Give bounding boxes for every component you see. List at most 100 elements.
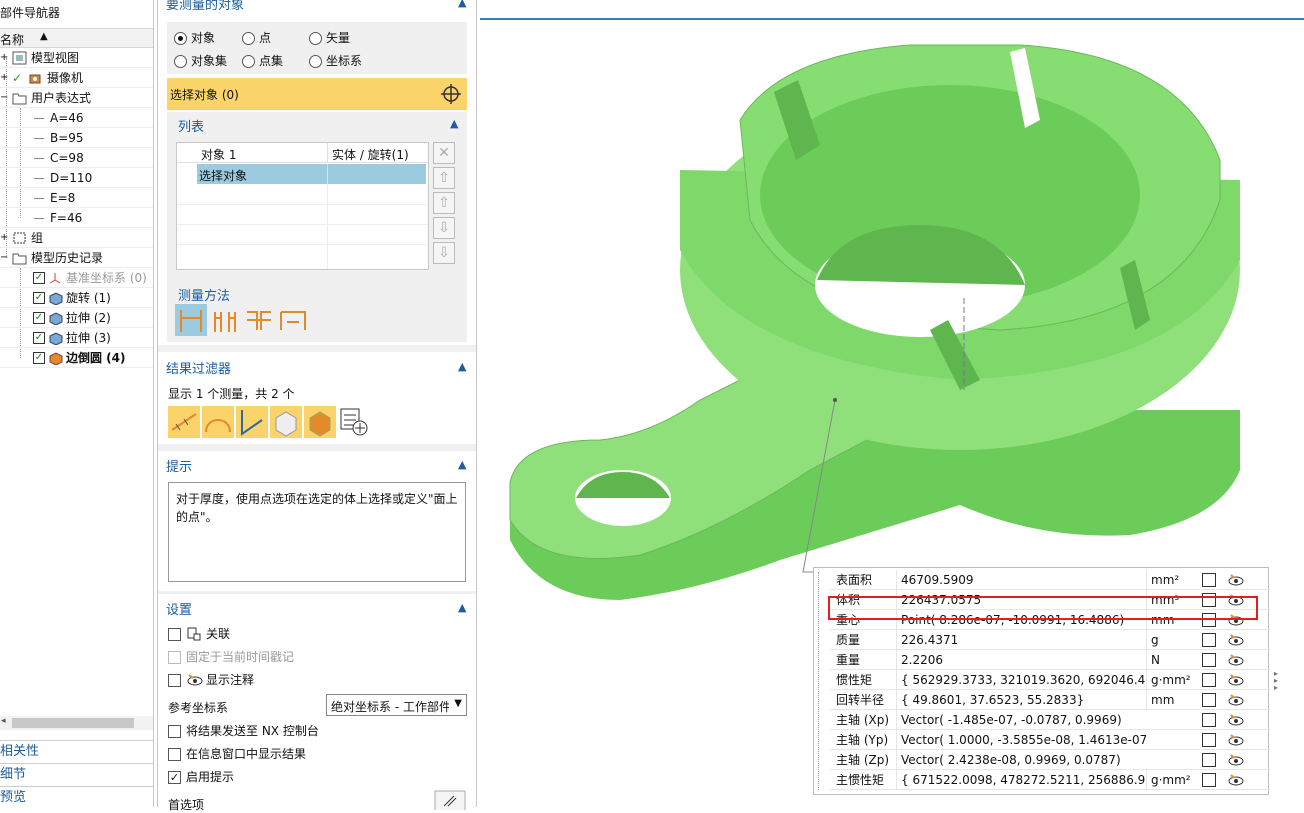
tree-item-revolve[interactable]: ✓ 旋转 (1) (0, 288, 153, 308)
tree-item-group[interactable]: + 组 (0, 228, 153, 248)
eye-icon[interactable] (1227, 653, 1245, 667)
tree-item-user-expressions[interactable]: − 用户表达式 (0, 88, 153, 108)
tree-item-expression-e[interactable]: E=8 (0, 188, 153, 208)
copy-icon[interactable] (1202, 673, 1216, 687)
radio-object-set[interactable]: 对象集 (174, 53, 227, 69)
collapse-caret-icon[interactable]: ▲ (458, 0, 466, 9)
tree-item-camera[interactable]: + ✓ 摄像机 (0, 68, 153, 88)
collapse-caret-icon[interactable]: ▲ (458, 458, 466, 471)
checkbox-checked[interactable]: ✓ (33, 332, 45, 344)
copy-icon[interactable] (1202, 633, 1216, 647)
move-down-icon[interactable]: ⇩ (433, 217, 455, 239)
eye-icon[interactable] (1227, 693, 1245, 707)
radio-vector[interactable]: 矢量 (309, 30, 350, 46)
tree-item-expression-b[interactable]: B=95 (0, 128, 153, 148)
move-up-icon[interactable]: ⇧ (433, 192, 455, 214)
show-info-window-checkbox[interactable]: 在信息窗口中显示结果 (168, 746, 306, 762)
scrollbar-thumb[interactable] (12, 718, 134, 728)
filter-angle-icon[interactable] (236, 406, 268, 438)
column-header[interactable]: 名称 ▲ (0, 28, 153, 48)
fix-timestamp-checkbox[interactable]: 固定于当前时间戳记 (168, 649, 294, 665)
radio-point-set[interactable]: 点集 (242, 53, 283, 69)
remove-icon[interactable]: ✕ (433, 142, 455, 164)
graphics-viewport[interactable]: 表面积 46709.5909 mm² 体积 226437.0575 mm³ 重心 Point(… (480, 0, 1304, 807)
ref-csys-dropdown[interactable]: 绝对坐标系 - 工作部件 ▼ (326, 694, 467, 716)
eye-icon[interactable] (1227, 753, 1245, 767)
object-list[interactable]: 对象 1 实体 / 旋转(1) 选择对象 (176, 142, 429, 270)
result-row[interactable]: 表面积 46709.5909 mm² (830, 570, 1270, 590)
result-row[interactable]: 重量 2.2206 N (830, 650, 1270, 670)
tree-item-expression-c[interactable]: C=98 (0, 148, 153, 168)
copy-icon[interactable] (1202, 713, 1216, 727)
measure-method-3-icon[interactable] (243, 304, 275, 336)
copy-icon[interactable] (1202, 753, 1216, 767)
sort-up-icon[interactable]: ▲ (40, 31, 48, 42)
measure-method-4-icon[interactable] (277, 304, 309, 336)
move-bottom-icon[interactable]: ⇩ (433, 242, 455, 264)
eye-icon[interactable] (1227, 733, 1245, 747)
result-row[interactable]: 质量 226.4371 g (830, 630, 1270, 650)
filter-arc-icon[interactable] (202, 406, 234, 438)
select-object-bar[interactable]: 选择对象 (0) (167, 78, 467, 110)
expand-icon[interactable]: + (0, 68, 8, 88)
radio-object[interactable]: 对象 (174, 30, 215, 46)
result-row[interactable]: 主轴 (Yp) Vector( 1.0000, -3.5855e-08, 1.46… (830, 730, 1270, 750)
copy-icon[interactable] (1202, 733, 1216, 747)
checkbox-checked[interactable]: ✓ (33, 292, 45, 304)
result-row[interactable]: 主轴 (Zp) Vector( 2.4238e-08, 0.9969, 0.078… (830, 750, 1270, 770)
tree-item-edge-blend[interactable]: ✓ 边倒圆 (4) (0, 348, 153, 368)
result-row[interactable]: 回转半径 { 49.8601, 37.6523, 55.2833} mm (830, 690, 1270, 710)
filter-volume-icon[interactable] (304, 406, 336, 438)
radio-csys[interactable]: 坐标系 (309, 53, 362, 69)
tree-item-expression-a[interactable]: A=46 (0, 108, 153, 128)
enable-hints-checkbox[interactable]: ✓ 启用提示 (168, 769, 234, 785)
panel-grip-icon[interactable]: ▸ ▸ ▸ (1274, 670, 1278, 692)
list-row-selected[interactable]: 选择对象 (197, 164, 426, 184)
collapse-icon[interactable]: − (0, 248, 8, 268)
scroll-left-icon[interactable]: ◂ (1, 716, 6, 726)
eye-icon[interactable] (1227, 573, 1245, 587)
section-preview[interactable]: 预览 (0, 786, 153, 807)
copy-icon[interactable] (1202, 653, 1216, 667)
horizontal-scrollbar[interactable]: ◂ (0, 716, 153, 730)
copy-icon[interactable] (1202, 693, 1216, 707)
section-details[interactable]: 细节 (0, 763, 153, 785)
collapse-caret-icon[interactable]: ▲ (458, 360, 466, 373)
copy-icon[interactable] (1202, 773, 1216, 787)
copy-icon[interactable] (1202, 573, 1216, 587)
result-row[interactable]: 主轴 (Xp) Vector( -1.485e-07, -0.0787, 0.99… (830, 710, 1270, 730)
checkbox-checked[interactable]: ✓ (33, 312, 45, 324)
expand-icon[interactable]: + (0, 228, 8, 248)
measure-method-1-icon[interactable] (175, 304, 207, 336)
show-annotation-checkbox[interactable]: 显示注释 (168, 672, 254, 688)
checkbox-checked[interactable]: ✓ (33, 272, 45, 284)
eye-icon[interactable] (1227, 633, 1245, 647)
collapse-caret-icon[interactable]: ▲ (450, 117, 458, 130)
radio-point[interactable]: 点 (242, 30, 271, 46)
filter-more-icon[interactable] (338, 406, 370, 438)
tree-item-model-views[interactable]: + 模型视图 (0, 48, 153, 68)
collapse-caret-icon[interactable]: ▲ (458, 601, 466, 614)
send-to-nx-checkbox[interactable]: 将结果发送至 NX 控制台 (168, 723, 319, 739)
section-dependencies[interactable]: 相关性 (0, 740, 153, 762)
tree-item-datum-csys[interactable]: ✓ 基准坐标系 (0) (0, 268, 153, 288)
filter-area-icon[interactable] (270, 406, 302, 438)
tree-item-expression-d[interactable]: D=110 (0, 168, 153, 188)
tree-item-extrude-2[interactable]: ✓ 拉伸 (2) (0, 308, 153, 328)
eye-icon[interactable] (1227, 673, 1245, 687)
measure-method-2-icon[interactable] (209, 304, 241, 336)
associate-checkbox[interactable]: 关联 (168, 626, 230, 642)
preferences-icon[interactable] (434, 790, 466, 810)
move-top-icon[interactable]: ⇧ (433, 167, 455, 189)
tree-item-expression-f[interactable]: F=46 (0, 208, 153, 228)
filter-distance-icon[interactable] (168, 406, 200, 438)
collapse-icon[interactable]: − (0, 88, 8, 108)
checkbox-checked[interactable]: ✓ (33, 352, 45, 364)
result-row[interactable]: 惯性矩 { 562929.3733, 321019.3620, 692046.45… (830, 670, 1270, 690)
tree-item-extrude-3[interactable]: ✓ 拉伸 (3) (0, 328, 153, 348)
result-row[interactable]: 主惯性矩 { 671522.0098, 478272.5211, 256886.9… (830, 770, 1270, 790)
crosshair-icon[interactable] (439, 82, 463, 106)
tree-item-model-history[interactable]: − 模型历史记录 (0, 248, 153, 268)
expand-icon[interactable]: + (0, 48, 8, 68)
eye-icon[interactable] (1227, 773, 1245, 787)
